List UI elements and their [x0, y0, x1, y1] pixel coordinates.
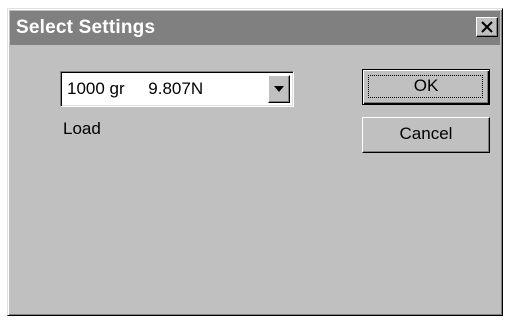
select-settings-dialog: Select Settings 1000 gr 9.807N Load OK C…	[7, 8, 503, 316]
close-icon	[481, 21, 493, 33]
close-button[interactable]	[476, 17, 498, 37]
load-label: Load	[63, 119, 101, 138]
dialog-title: Select Settings	[16, 17, 156, 38]
load-dropdown[interactable]: 1000 gr 9.807N	[60, 71, 294, 107]
dropdown-arrow-button[interactable]	[268, 75, 290, 103]
cancel-button-label: Cancel	[399, 124, 453, 143]
ok-button[interactable]: OK	[362, 69, 490, 105]
title-bar[interactable]: Select Settings	[10, 11, 500, 45]
ok-button-label: OK	[413, 76, 439, 95]
cancel-button[interactable]: Cancel	[362, 117, 490, 153]
chevron-down-icon	[274, 86, 284, 92]
load-selected-value: 1000 gr 9.807N	[67, 79, 204, 98]
